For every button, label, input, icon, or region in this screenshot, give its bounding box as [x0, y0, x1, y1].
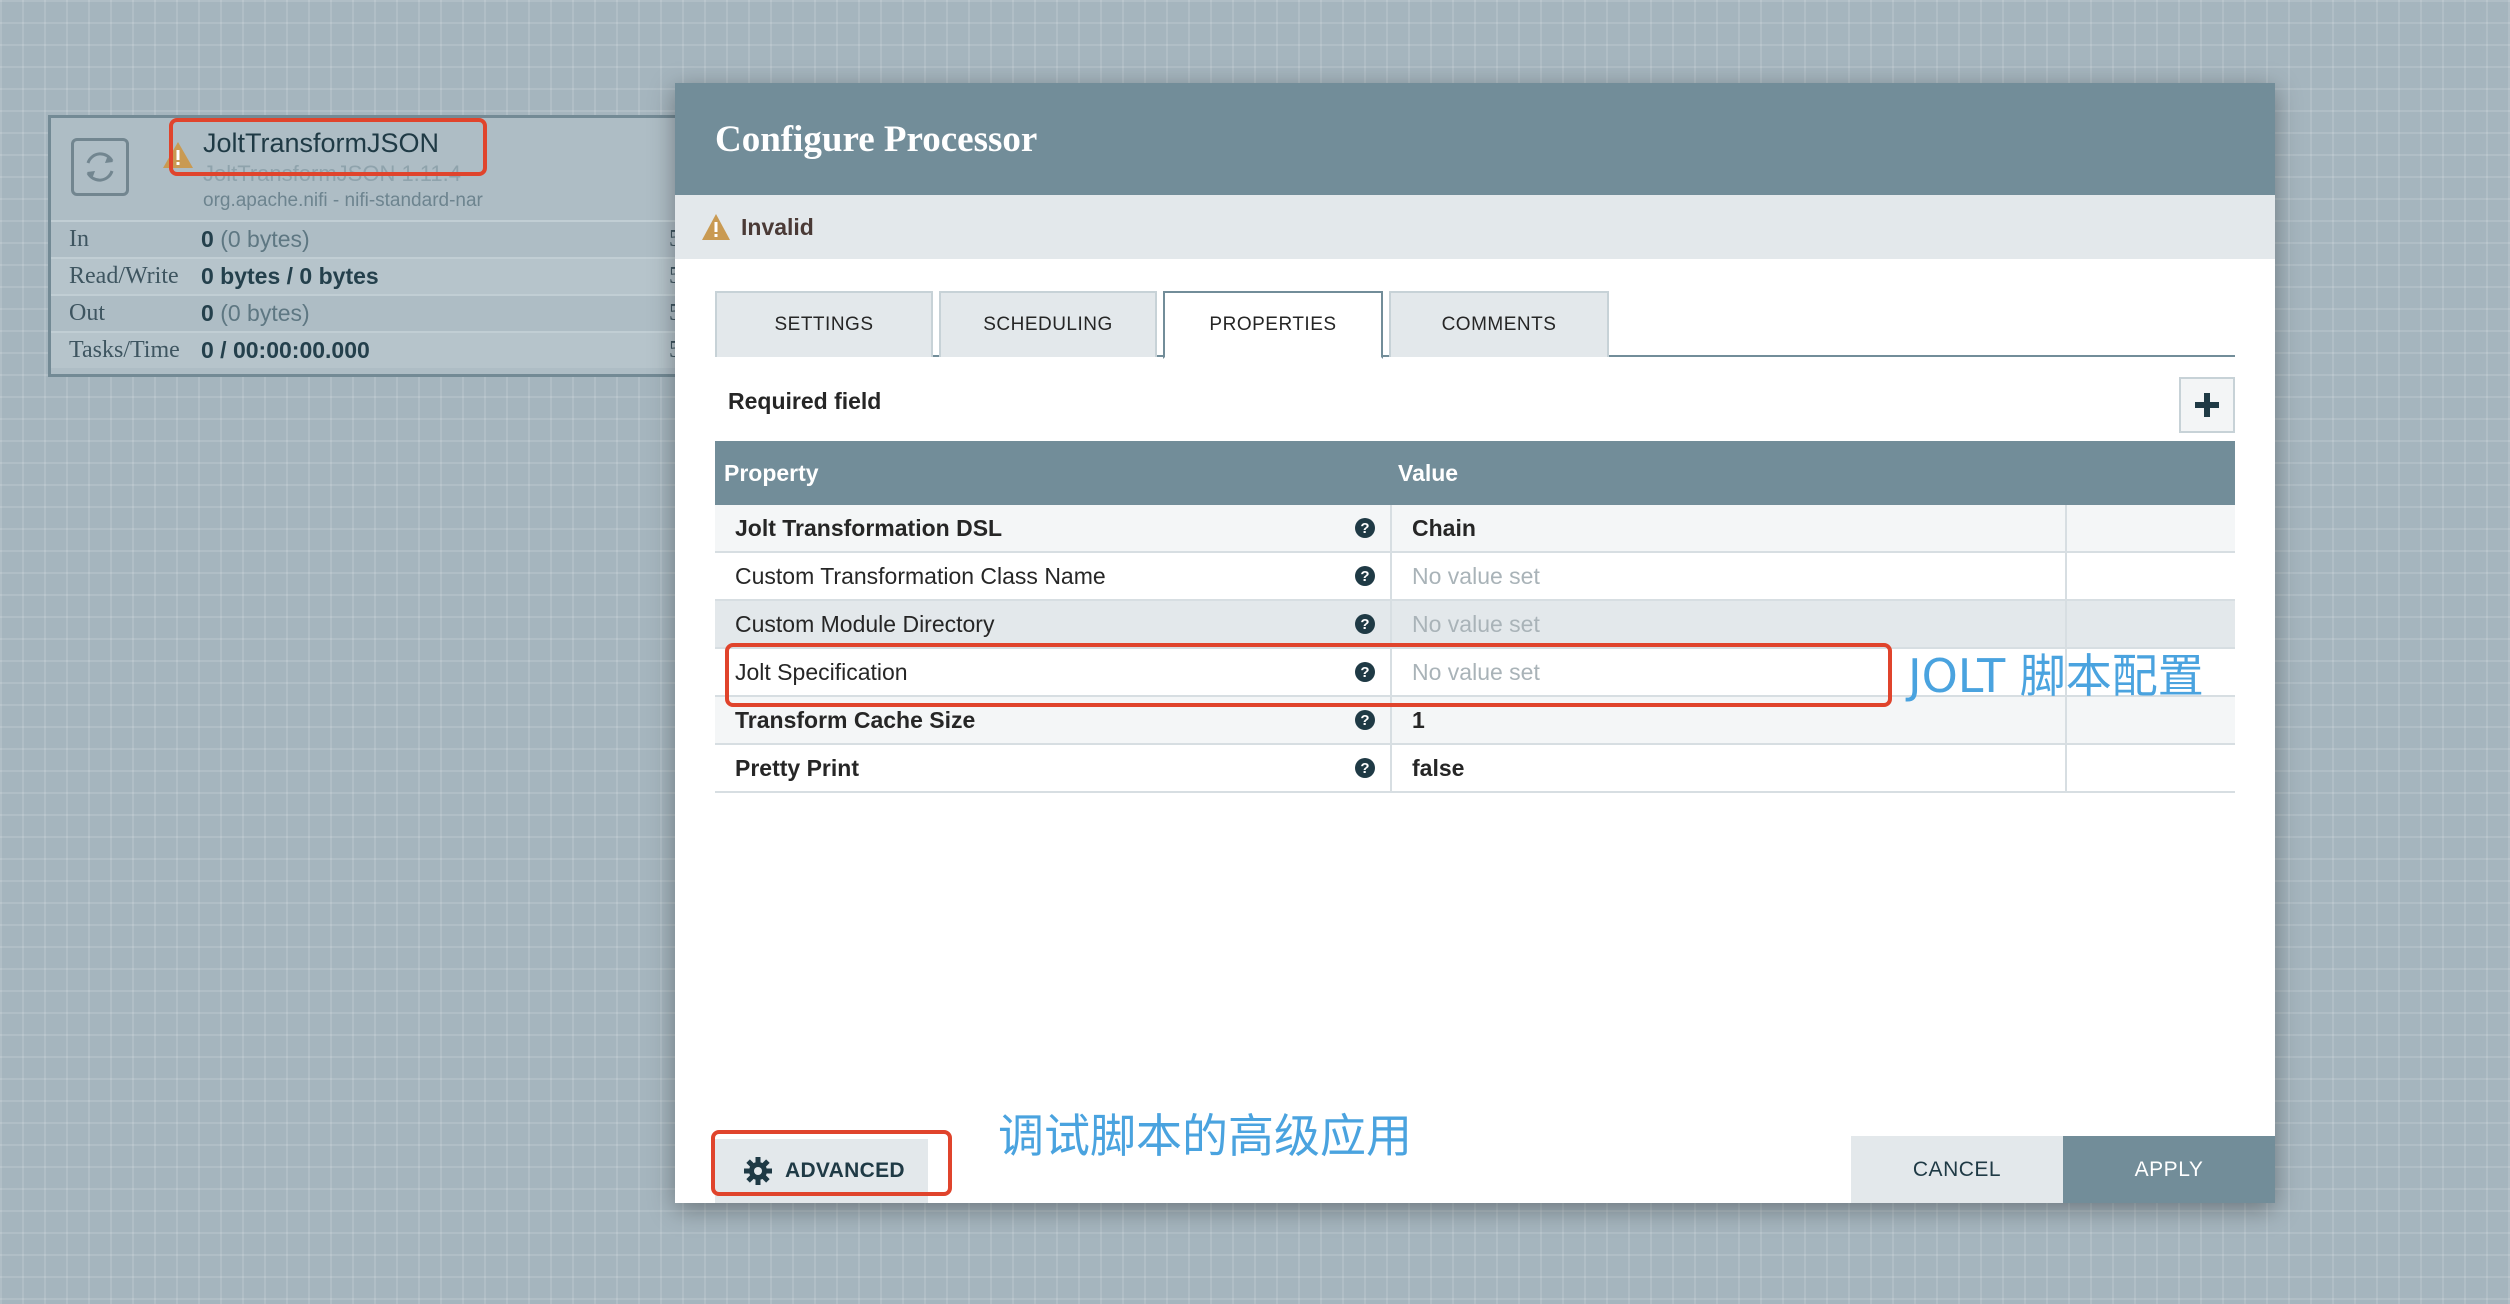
stat-detail: (0 bytes): [220, 300, 310, 326]
svg-text:?: ?: [1360, 616, 1369, 633]
dialog-title: Configure Processor: [715, 118, 1038, 160]
stat-label: Tasks/Time: [69, 337, 180, 363]
table-row[interactable]: Pretty Print ? false: [715, 745, 2235, 793]
annotation-box-jolt-specification: [725, 643, 1892, 707]
annotation-box-processor-name: [169, 118, 487, 176]
properties-table: Property Value Jolt Transformation DSL ?…: [715, 441, 2235, 793]
dialog-header: Configure Processor: [675, 83, 2275, 195]
stat-value: 0 bytes / 0 bytes: [201, 263, 379, 289]
help-icon[interactable]: ?: [1354, 757, 1376, 779]
annotation-advanced-debug: 调试脚本的高级应用: [998, 1109, 1412, 1163]
status-text: Invalid: [741, 213, 814, 240]
stat-value: 0 / 00:00:00.000: [201, 337, 370, 363]
svg-text:?: ?: [1360, 712, 1369, 729]
tab-properties[interactable]: PROPERTIES: [1163, 291, 1383, 359]
tab-settings[interactable]: SETTINGS: [715, 291, 933, 357]
property-value[interactable]: false: [1392, 745, 2067, 791]
stat-detail: (0 bytes): [220, 226, 310, 252]
processor-bundle: org.apache.nifi - nifi-standard-nar: [203, 190, 483, 211]
stat-row-readwrite: Read/Write 0 bytes / 0 bytes 5: [51, 257, 685, 294]
tab-bar: SETTINGS SCHEDULING PROPERTIES COMMENTS: [715, 291, 2235, 359]
table-header: Property Value: [715, 441, 2235, 505]
help-icon[interactable]: ?: [1354, 517, 1376, 539]
status-bar: Invalid: [675, 195, 2275, 259]
column-header-value: Value: [1398, 459, 1459, 486]
property-value[interactable]: Chain: [1392, 505, 2067, 551]
table-row[interactable]: Custom Transformation Class Name ? No va…: [715, 553, 2235, 601]
warning-icon: [702, 214, 730, 240]
required-field-label: Required field: [728, 388, 882, 414]
help-icon[interactable]: ?: [1354, 613, 1376, 635]
tab-scheduling[interactable]: SCHEDULING: [939, 291, 1157, 357]
svg-text:?: ?: [1360, 520, 1369, 537]
plus-icon: [2195, 393, 2219, 417]
help-icon[interactable]: ?: [1354, 709, 1376, 731]
property-name: Jolt Transformation DSL: [735, 514, 1003, 541]
property-name: Custom Transformation Class Name: [735, 562, 1106, 589]
stat-value: 0: [201, 300, 214, 326]
add-property-button[interactable]: [2179, 377, 2235, 433]
processor-stats: In 0 (0 bytes) 5 Read/Write 0 bytes / 0 …: [51, 220, 685, 368]
annotation-jolt-config: JOLT 脚本配置: [1908, 649, 2204, 703]
property-name: Custom Module Directory: [735, 610, 995, 637]
stat-row-out: Out 0 (0 bytes) 5: [51, 294, 685, 331]
help-icon[interactable]: ?: [1354, 565, 1376, 587]
processor-icon: [71, 138, 129, 196]
property-name: Pretty Print: [735, 754, 859, 781]
stat-label: Out: [69, 300, 105, 326]
svg-text:?: ?: [1360, 568, 1369, 585]
stat-row-tasks: Tasks/Time 0 / 00:00:00.000 5: [51, 331, 685, 368]
property-name: Transform Cache Size: [735, 706, 976, 733]
annotation-box-advanced: [711, 1130, 952, 1196]
stat-row-in: In 0 (0 bytes) 5: [51, 220, 685, 257]
stat-value: 0: [201, 226, 214, 252]
refresh-icon: [86, 152, 114, 182]
column-header-property: Property: [724, 459, 819, 486]
property-value[interactable]: No value set: [1392, 553, 2067, 599]
table-row[interactable]: Jolt Transformation DSL ? Chain: [715, 505, 2235, 553]
svg-text:?: ?: [1360, 760, 1369, 777]
apply-button[interactable]: APPLY: [2063, 1136, 2275, 1203]
tab-comments[interactable]: COMMENTS: [1389, 291, 1609, 357]
stat-label: Read/Write: [69, 263, 179, 289]
stat-label: In: [69, 226, 89, 252]
cancel-button[interactable]: CANCEL: [1851, 1136, 2063, 1203]
